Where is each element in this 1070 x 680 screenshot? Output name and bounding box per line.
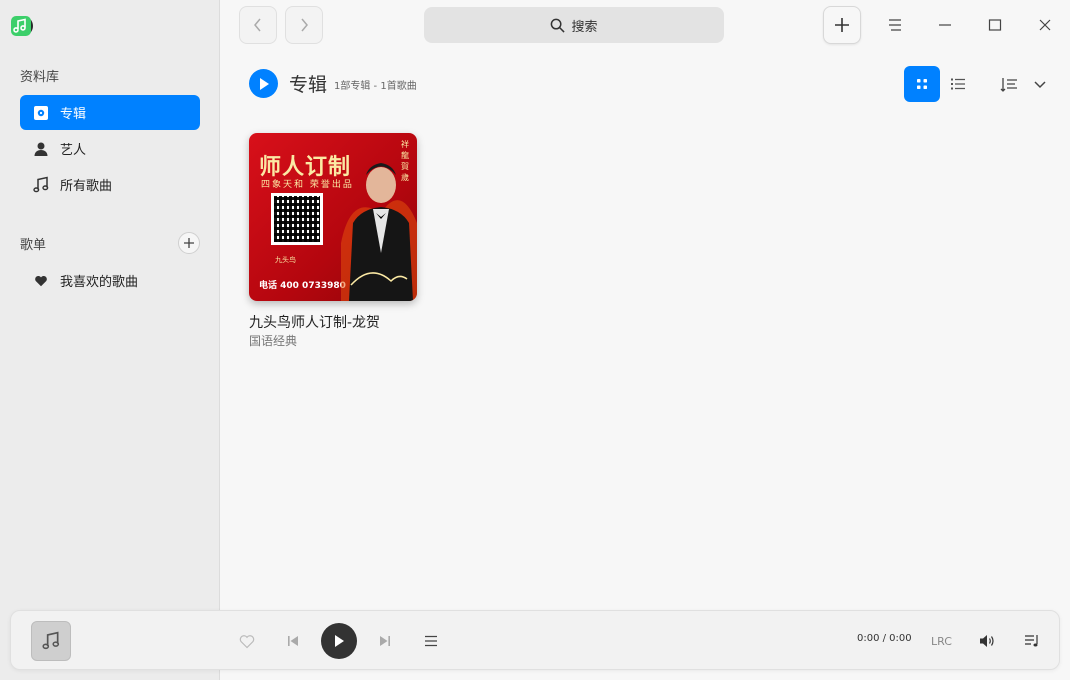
cover-phone: 电话 400 0733980 — [259, 281, 346, 291]
chevron-left-icon — [254, 18, 261, 32]
playlist-queue-button[interactable] — [1022, 631, 1042, 651]
back-button[interactable] — [239, 6, 277, 44]
sidebar-item-albums[interactable]: 专辑 — [20, 95, 200, 130]
album-genre: 国语经典 — [249, 334, 298, 348]
list-view-button[interactable] — [944, 70, 972, 98]
favorite-button[interactable] — [237, 631, 257, 651]
list-icon — [951, 78, 965, 90]
previous-button[interactable] — [283, 631, 303, 651]
playlists-section-title: 歌单 — [20, 238, 47, 253]
queue-icon — [1025, 635, 1038, 647]
maximize-icon — [988, 19, 1002, 31]
play-icon — [259, 77, 269, 90]
sidebar-item-favorites[interactable]: 我喜欢的歌曲 — [20, 263, 200, 298]
hamburger-icon — [889, 19, 901, 31]
lyrics-button[interactable]: LRC — [931, 635, 952, 648]
album-icon — [32, 104, 50, 122]
grid-view-button[interactable] — [904, 66, 940, 102]
plus-icon — [184, 238, 194, 248]
heart-icon — [32, 272, 50, 290]
volume-icon — [980, 635, 994, 647]
sidebar-item-all-songs[interactable]: 所有歌曲 — [20, 167, 200, 202]
grid-icon — [917, 79, 927, 89]
sidebar-item-label: 艺人 — [60, 143, 87, 158]
cover-subtitle: 四象天和 荣誉出品 — [261, 180, 354, 190]
page-title: 专辑 — [289, 74, 328, 96]
sidebar: 资料库 专辑 艺人 所有歌曲 歌单 我喜欢的歌曲 — [0, 0, 220, 680]
app-logo-icon — [10, 14, 34, 38]
album-name[interactable]: 九头鸟师人订制-龙贺 — [249, 312, 380, 332]
cover-brand: 九头鸟 — [275, 256, 296, 264]
sort-icon — [1000, 78, 1017, 92]
play-all-button[interactable] — [249, 69, 278, 98]
search-icon — [551, 18, 566, 33]
sidebar-item-label: 所有歌曲 — [60, 179, 113, 194]
play-mode-button[interactable] — [421, 631, 441, 651]
music-note-icon — [32, 176, 50, 194]
skip-back-icon — [288, 636, 298, 646]
cover-person-image — [341, 163, 417, 301]
menu-button[interactable] — [880, 10, 910, 40]
album-cover[interactable]: 师人订制 四象天和 荣誉出品 祥龍賀歲 九头鸟 电话 400 0733980 — [249, 133, 417, 301]
close-button[interactable] — [1030, 10, 1060, 40]
heart-outline-icon — [239, 634, 255, 648]
sidebar-item-label: 我喜欢的歌曲 — [60, 275, 139, 290]
maximize-button[interactable] — [980, 10, 1010, 40]
list-loop-icon — [425, 635, 437, 647]
forward-button[interactable] — [285, 6, 323, 44]
music-note-icon — [42, 631, 60, 650]
player-bar: 0:00 / 0:00 LRC — [10, 610, 1060, 670]
page-subtitle: 1部专辑 - 1首歌曲 — [334, 81, 417, 92]
now-playing-cover[interactable] — [31, 621, 71, 661]
volume-button[interactable] — [977, 631, 997, 651]
play-icon — [335, 635, 344, 647]
play-button[interactable] — [321, 623, 357, 659]
minimize-button[interactable] — [930, 10, 960, 40]
close-icon — [1039, 19, 1051, 31]
sort-button[interactable] — [1000, 72, 1046, 98]
next-button[interactable] — [375, 631, 395, 651]
search-input[interactable]: 搜索 — [424, 7, 724, 43]
add-button[interactable] — [823, 6, 861, 44]
qr-code-icon — [271, 193, 323, 245]
add-playlist-button[interactable] — [178, 232, 200, 254]
chevron-right-icon — [301, 18, 308, 32]
sidebar-item-label: 专辑 — [60, 107, 87, 122]
library-section-title: 资料库 — [20, 70, 60, 85]
minimize-icon — [939, 24, 951, 26]
chevron-down-icon — [1034, 81, 1046, 89]
person-icon — [32, 140, 50, 158]
skip-forward-icon — [380, 636, 390, 646]
playback-time: 0:00 / 0:00 — [857, 633, 912, 644]
sidebar-item-artists[interactable]: 艺人 — [20, 131, 200, 166]
search-placeholder: 搜索 — [571, 19, 598, 35]
plus-icon — [835, 18, 849, 32]
